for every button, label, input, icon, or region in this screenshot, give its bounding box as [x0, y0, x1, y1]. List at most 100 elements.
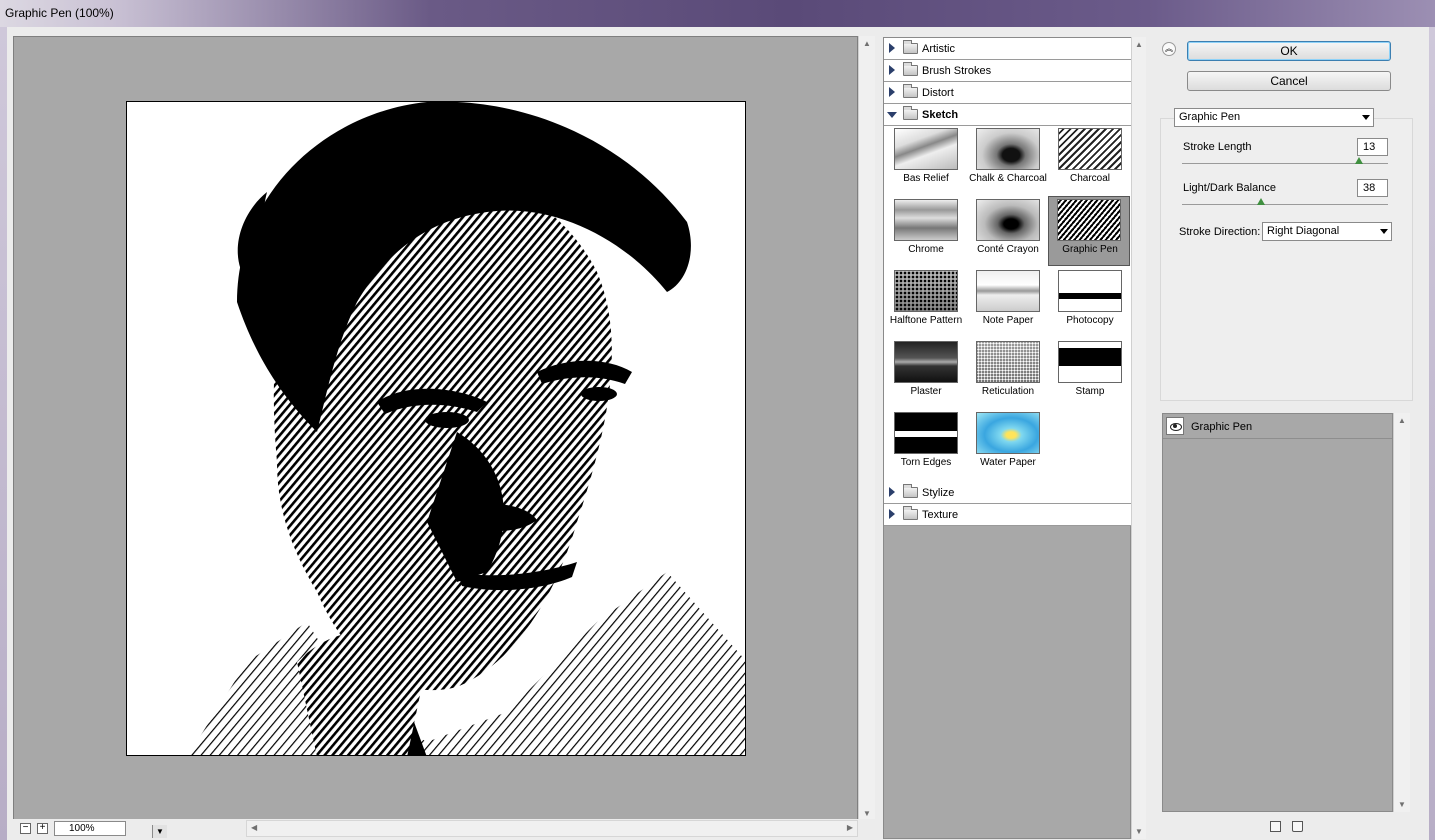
stroke-length-label: Stroke Length [1183, 141, 1252, 153]
stroke-direction-value: Right Diagonal [1267, 225, 1340, 237]
category-label: Texture [922, 509, 959, 521]
cancel-button[interactable]: Cancel [1187, 71, 1391, 91]
thumbnail-image [1057, 199, 1121, 241]
stroke-length-slider-handle[interactable] [1355, 157, 1363, 164]
filter-thumb-chalk-charcoal[interactable]: Chalk & Charcoal [967, 126, 1049, 196]
filter-thumb-label: Photocopy [1066, 315, 1114, 326]
balance-slider[interactable] [1182, 204, 1388, 205]
scroll-down-icon[interactable]: ▼ [863, 809, 871, 818]
category-label: Distort [922, 87, 954, 99]
window-title: Graphic Pen (100%) [5, 6, 114, 20]
filter-thumb-label: Reticulation [981, 386, 1035, 397]
collapse-icon[interactable]: ︽ [1162, 42, 1176, 56]
folder-open-icon [903, 106, 918, 120]
stroke-direction-label: Stroke Direction: [1179, 226, 1261, 238]
filter-settings-panel [1160, 118, 1413, 401]
balance-field[interactable]: 38 [1357, 179, 1388, 197]
filter-thumb-stamp[interactable]: Stamp [1049, 339, 1131, 409]
folder-icon [903, 506, 918, 520]
graphic-pen-portrait [127, 102, 745, 755]
sketch-thumbnails: Bas Relief Chalk & Charcoal Charcoal Chr… [884, 126, 1131, 482]
gallery-scrollbar[interactable]: ▲ ▼ [1131, 37, 1146, 839]
thumbnail-image [976, 341, 1040, 383]
scroll-right-icon[interactable]: ▶ [847, 823, 853, 832]
category-distort[interactable]: Distort [884, 82, 1131, 104]
window-frame-right [1429, 27, 1435, 840]
filter-thumb-label: Stamp [1075, 386, 1105, 397]
preview-vertical-scrollbar[interactable]: ▲ ▼ [858, 36, 875, 821]
filter-thumb-label: Charcoal [1069, 173, 1111, 184]
thumbnail-image [1058, 128, 1122, 170]
category-label: Sketch [922, 109, 959, 121]
thumbnail-image [894, 412, 958, 454]
filter-thumb-label: Graphic Pen [1062, 244, 1118, 255]
thumbnail-image [1058, 341, 1122, 383]
filter-thumb-bas-relief[interactable]: Bas Relief [885, 126, 967, 196]
filter-thumb-reticulation[interactable]: Reticulation [967, 339, 1049, 409]
filter-thumb-water-paper[interactable]: Water Paper [967, 410, 1049, 480]
category-label: Artistic [922, 43, 955, 55]
category-stylize[interactable]: Stylize [884, 482, 1131, 504]
filter-thumb-charcoal[interactable]: Charcoal [1049, 126, 1131, 196]
filter-thumb-graphic-pen[interactable]: Graphic Pen [1048, 196, 1130, 266]
expand-arrow-icon[interactable] [889, 43, 895, 53]
expand-arrow-icon[interactable] [889, 65, 895, 75]
filter-thumb-label: Bas Relief [903, 173, 949, 184]
preview-horizontal-scrollbar[interactable]: ◀ ▶ [246, 820, 858, 837]
collapse-arrow-icon[interactable] [887, 112, 897, 118]
expand-arrow-icon[interactable] [889, 87, 895, 97]
expand-arrow-icon[interactable] [889, 487, 895, 497]
effect-layer-row[interactable]: Graphic Pen [1163, 414, 1392, 439]
zoom-out-icon[interactable]: − [20, 823, 31, 834]
filter-thumb-note-paper[interactable]: Note Paper [967, 268, 1049, 338]
zoom-level-field[interactable]: 100% ▼ [54, 821, 167, 838]
filter-thumb-label: Conté Crayon [977, 244, 1039, 255]
filter-thumb-photocopy[interactable]: Photocopy [1049, 268, 1131, 338]
filter-select[interactable]: Graphic Pen [1174, 108, 1374, 127]
filter-thumb-label: Water Paper [980, 457, 1036, 468]
filter-thumb-label: Plaster [910, 386, 942, 397]
filter-thumb-plaster[interactable]: Plaster [885, 339, 967, 409]
filter-thumb-conte-crayon[interactable]: Conté Crayon [967, 197, 1049, 267]
balance-slider-handle[interactable] [1257, 198, 1265, 205]
filter-thumb-label: Halftone Pattern [889, 315, 963, 326]
scroll-left-icon[interactable]: ◀ [251, 823, 257, 832]
preview-pane[interactable] [13, 36, 858, 821]
delete-effect-layer-icon[interactable] [1292, 821, 1303, 832]
category-brush-strokes[interactable]: Brush Strokes [884, 60, 1131, 82]
window-frame-left [0, 27, 7, 840]
stroke-direction-select[interactable]: Right Diagonal [1262, 222, 1392, 241]
zoom-in-icon[interactable]: + [37, 823, 48, 834]
filter-gallery: Artistic Brush Strokes Distort Sketch Ba… [883, 37, 1131, 839]
filter-thumb-label: Torn Edges [900, 457, 952, 468]
chevron-down-icon [1380, 229, 1388, 234]
category-sketch[interactable]: Sketch [884, 104, 1131, 126]
preview-image [126, 101, 746, 756]
thumbnail-image [976, 128, 1040, 170]
chevron-down-icon [1362, 115, 1370, 120]
category-texture[interactable]: Texture [884, 504, 1131, 526]
eye-icon[interactable] [1166, 417, 1184, 435]
category-label: Brush Strokes [922, 65, 992, 77]
filter-thumb-halftone-pattern[interactable]: Halftone Pattern [885, 268, 967, 338]
thumbnail-image [894, 341, 958, 383]
folder-icon [903, 84, 918, 98]
effect-layers-panel: Graphic Pen [1162, 413, 1393, 812]
scroll-up-icon[interactable]: ▲ [1135, 40, 1143, 49]
ok-button[interactable]: OK [1187, 41, 1391, 61]
expand-arrow-icon[interactable] [889, 509, 895, 519]
scroll-up-icon[interactable]: ▲ [1398, 416, 1406, 425]
layers-scrollbar[interactable]: ▲ ▼ [1393, 413, 1410, 812]
scroll-down-icon[interactable]: ▼ [1398, 800, 1406, 809]
filter-thumb-torn-edges[interactable]: Torn Edges [885, 410, 967, 480]
zoom-dropdown-icon[interactable]: ▼ [152, 825, 167, 838]
filter-thumb-chrome[interactable]: Chrome [885, 197, 967, 267]
category-artistic[interactable]: Artistic [884, 38, 1131, 60]
folder-icon [903, 40, 918, 54]
filter-select-value: Graphic Pen [1179, 111, 1241, 123]
stroke-length-field[interactable]: 13 [1357, 138, 1388, 156]
scroll-up-icon[interactable]: ▲ [863, 39, 871, 48]
scroll-down-icon[interactable]: ▼ [1135, 827, 1143, 836]
new-effect-layer-icon[interactable] [1270, 821, 1281, 832]
thumbnail-image [976, 412, 1040, 454]
